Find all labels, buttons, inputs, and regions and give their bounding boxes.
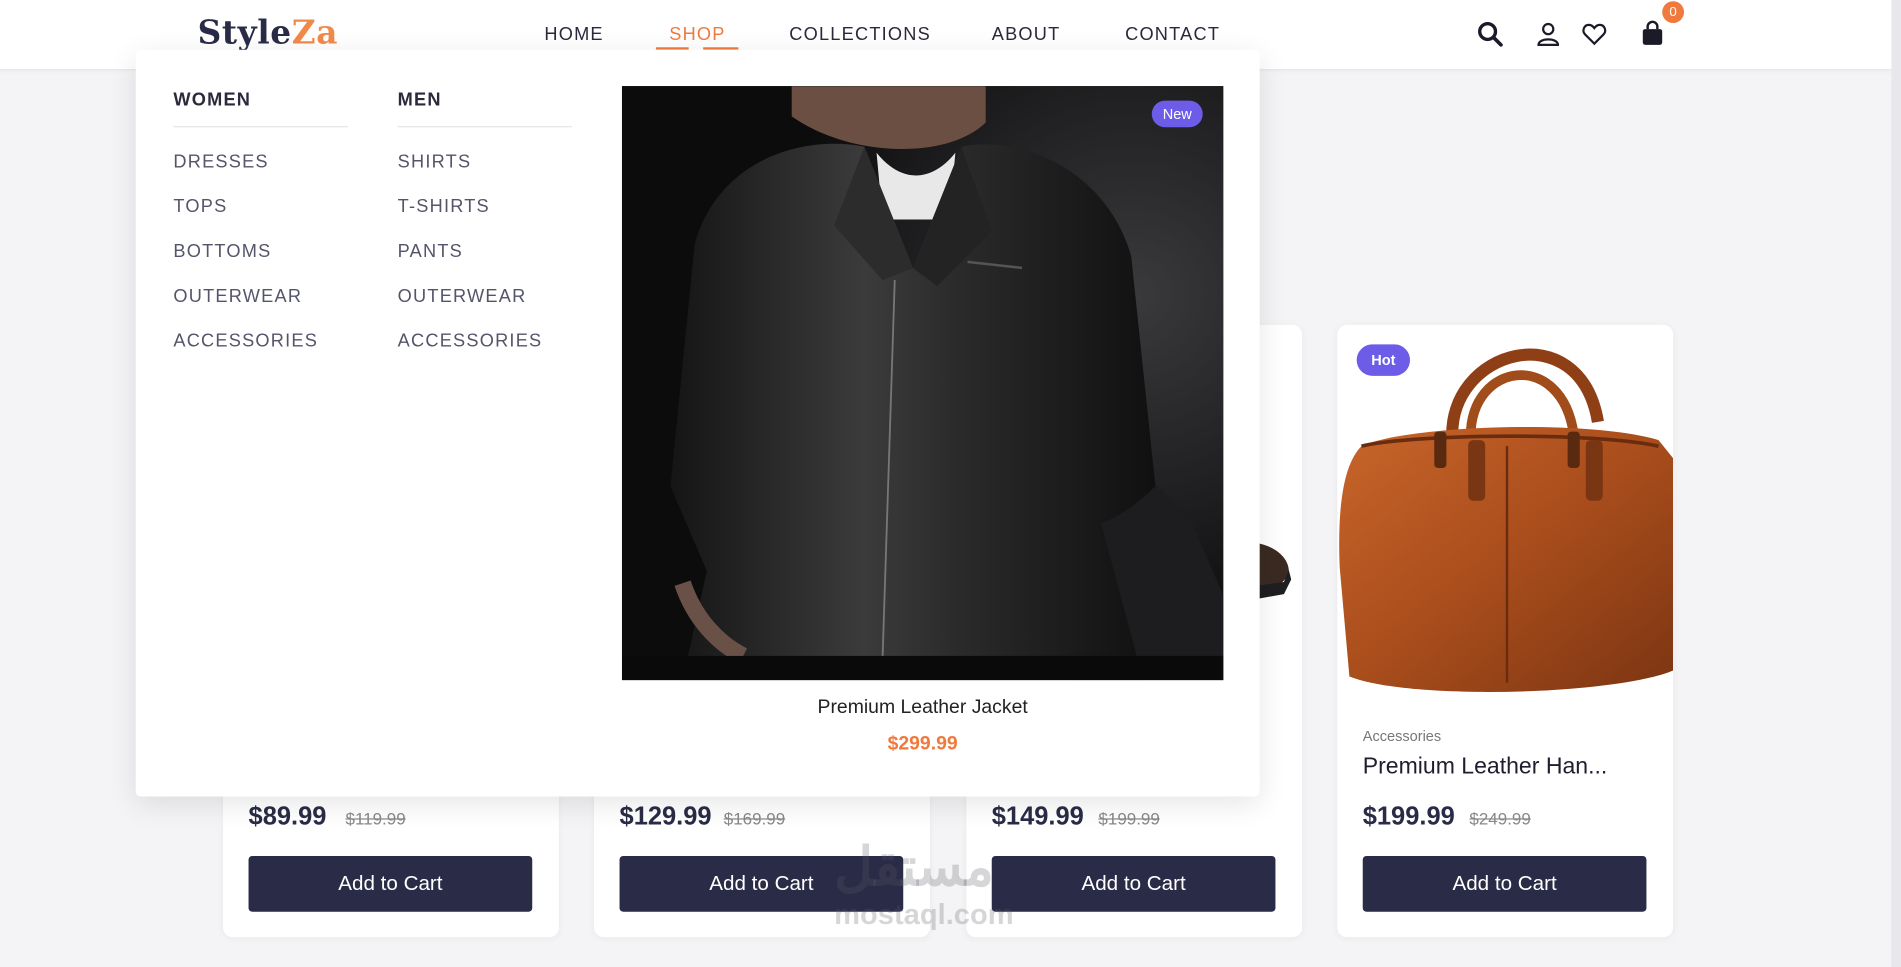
shop-mega-menu: WOMEN DRESSES TOPS BOTTOMS OUTERWEAR ACC…: [135, 49, 1260, 797]
add-to-cart-button[interactable]: Add to Cart: [991, 855, 1276, 912]
menu-link-accessories[interactable]: ACCESSORIES: [398, 331, 573, 376]
user-icon[interactable]: [1534, 19, 1563, 48]
menu-link-pants[interactable]: PANTS: [398, 241, 573, 286]
product-name[interactable]: Premium Leather Han...: [1363, 754, 1608, 781]
page-scrollbar[interactable]: [1891, 0, 1901, 967]
product-card-4[interactable]: Hot Accessories Premium Leather Han... $…: [1337, 324, 1674, 938]
women-column: WOMEN DRESSES TOPS BOTTOMS OUTERWEAR ACC…: [173, 90, 348, 376]
featured-product-image[interactable]: [621, 86, 1224, 681]
new-badge: New: [1151, 100, 1203, 128]
women-heading: WOMEN: [173, 90, 348, 128]
add-to-cart-button[interactable]: Add to Cart: [248, 855, 533, 912]
add-to-cart-button[interactable]: Add to Cart: [1362, 855, 1647, 912]
search-icon[interactable]: [1475, 19, 1504, 48]
product-price: $89.99: [248, 802, 327, 831]
product-old-price: $249.99: [1469, 808, 1531, 829]
main-nav: HOME SHOP COLLECTIONS ABOUT CONTACT: [0, 24, 1901, 48]
product-old-price: $199.99: [1098, 808, 1160, 829]
menu-link-dresses[interactable]: DRESSES: [173, 152, 348, 197]
product-price: $129.99: [619, 802, 712, 831]
menu-link-tops[interactable]: TOPS: [173, 196, 348, 241]
menu-link-accessories[interactable]: ACCESSORIES: [173, 331, 348, 376]
men-heading: MEN: [397, 90, 573, 128]
menu-link-outerwear[interactable]: OUTERWEAR: [398, 286, 573, 331]
nav-about[interactable]: ABOUT: [992, 24, 1061, 45]
product-old-price: $169.99: [723, 808, 786, 829]
featured-product-price: $299.99: [887, 733, 958, 755]
nav-home[interactable]: HOME: [544, 24, 603, 45]
nav-collections[interactable]: COLLECTIONS: [789, 24, 931, 45]
product-price: $199.99: [1362, 802, 1455, 831]
watermark-arabic: مستقل: [834, 837, 994, 898]
menu-link-bottoms[interactable]: BOTTOMS: [173, 241, 348, 286]
cart-count-badge: 0: [1662, 1, 1685, 24]
hot-badge: Hot: [1356, 344, 1411, 376]
watermark: مستقل mostaql.com: [834, 837, 1013, 933]
menu-link-shirts[interactable]: SHIRTS: [398, 152, 573, 197]
product-image-handbag[interactable]: [1337, 325, 1674, 701]
product-old-price: $119.99: [345, 808, 406, 829]
nav-contact[interactable]: CONTACT: [1125, 24, 1220, 45]
menu-link-t-shirts[interactable]: T-SHIRTS: [398, 196, 573, 241]
nav-shop[interactable]: SHOP: [669, 24, 725, 45]
men-column: MEN SHIRTS T-SHIRTS PANTS OUTERWEAR ACCE…: [397, 90, 573, 376]
product-price: $149.99: [991, 802, 1084, 831]
featured-product-name[interactable]: Premium Leather Jacket: [622, 697, 1223, 719]
shopping-bag-icon[interactable]: [1638, 19, 1667, 48]
heart-icon[interactable]: [1580, 19, 1609, 48]
menu-link-outerwear[interactable]: OUTERWEAR: [173, 286, 348, 331]
watermark-url: mostaql.com: [834, 898, 1014, 932]
product-category: Accessories: [1362, 727, 1442, 745]
